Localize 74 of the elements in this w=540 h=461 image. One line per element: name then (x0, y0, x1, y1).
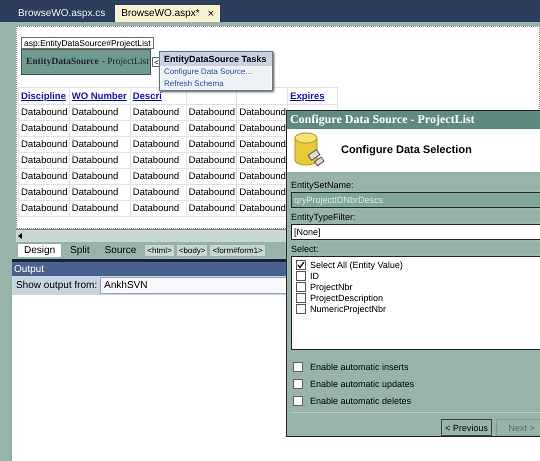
document-tab[interactable]: BrowseWO.aspx.cs (12, 5, 112, 22)
view-tab[interactable]: Design (18, 244, 62, 257)
type-filter-dropdown[interactable]: [None] (291, 224, 540, 240)
table-cell: Databound (132, 155, 180, 166)
field-label: EntityTypeFilter: (291, 212, 357, 222)
table-cell: Databound (188, 187, 236, 198)
checkbox[interactable] (293, 378, 303, 388)
checkbox-label: Select All (Entity Value) (310, 260, 403, 270)
table-cell: Databound (188, 203, 236, 214)
close-icon[interactable]: × (208, 8, 214, 20)
checkbox[interactable] (296, 282, 306, 292)
popup-title: EntityDataSource Tasks (160, 52, 272, 66)
table-cell: Databound (21, 203, 68, 214)
table-cell: Databound (239, 155, 286, 166)
table-cell: Databound (21, 123, 68, 134)
table-cell: Databound (72, 107, 118, 118)
table-cell: Databound (72, 155, 118, 166)
control-tag: asp:EntityDataSource#ProjectList (21, 37, 154, 49)
scroll-left-icon[interactable] (16, 231, 24, 241)
checkbox[interactable] (296, 260, 306, 270)
checkbox-label: ProjectDescription (310, 292, 384, 302)
table-cell: Databound (132, 139, 180, 150)
table-cell: Databound (132, 171, 180, 182)
table-cell: Databound (132, 187, 180, 198)
table-cell: Databound (239, 171, 286, 182)
checkbox[interactable] (296, 292, 306, 302)
table-cell: Databound (188, 139, 236, 150)
table-cell: Databound (188, 155, 236, 166)
output-source-label: Show output from: (16, 280, 98, 291)
table-cell: Databound (239, 107, 286, 118)
table-cell: Databound (21, 187, 68, 198)
table-cell: Databound (188, 107, 236, 118)
checkbox[interactable] (296, 304, 306, 314)
task-link[interactable]: Refresh Schema (160, 78, 228, 90)
wizard-button[interactable]: < Previous (441, 419, 492, 436)
table-cell: Databound (239, 123, 286, 134)
document-tab[interactable]: BrowseWO.aspx* × (115, 5, 220, 22)
table-cell: Databound (188, 171, 236, 182)
table-cell: Databound (72, 187, 118, 198)
checkbox-label: ProjectNbr (310, 282, 353, 292)
table-cell: Databound (21, 139, 68, 150)
tag-breadcrumb[interactable]: <form#form1> (210, 245, 265, 256)
table-cell: Databound (21, 107, 68, 118)
table-cell: Databound (132, 203, 180, 214)
table-cell: Databound (72, 203, 118, 214)
checkbox[interactable] (293, 362, 303, 372)
checkbox-label: Enable automatic updates (310, 378, 414, 388)
table-cell: Databound (132, 107, 180, 118)
checkbox-label: NumericProjectNbr (310, 304, 386, 314)
table-cell: Databound (239, 187, 286, 198)
table-cell: Databound (239, 203, 286, 214)
dialog-title: Configure Data Source - ProjectList (287, 111, 540, 129)
table-cell: Databound (21, 171, 68, 182)
view-tab[interactable]: Split (64, 244, 96, 257)
field-label: EntitySetName: (291, 180, 355, 190)
tag-breadcrumb[interactable]: <html> (145, 245, 174, 256)
table-cell: Databound (72, 123, 118, 134)
checkbox-label: Enable automatic deletes (310, 396, 412, 406)
table-cell: Databound (239, 139, 286, 150)
table-cell: Databound (21, 155, 68, 166)
task-link[interactable]: Configure Data Source... (160, 66, 256, 78)
field-label: Select: (291, 244, 320, 254)
dialog-heading: Configure Data Selection (341, 144, 472, 156)
datasource-control[interactable]: EntityDataSource - ProjectList (21, 49, 151, 75)
table-cell: Databound (72, 139, 118, 150)
database-icon (293, 132, 327, 168)
checkbox[interactable] (296, 270, 306, 280)
view-tab[interactable]: Source (98, 244, 142, 257)
tag-breadcrumb[interactable]: <body> (176, 245, 208, 256)
checkbox[interactable] (293, 396, 303, 406)
table-cell: Databound (132, 123, 180, 134)
checkbox-label: Enable automatic inserts (310, 362, 409, 372)
table-cell: Databound (72, 171, 118, 182)
table-cell: Databound (188, 123, 236, 134)
